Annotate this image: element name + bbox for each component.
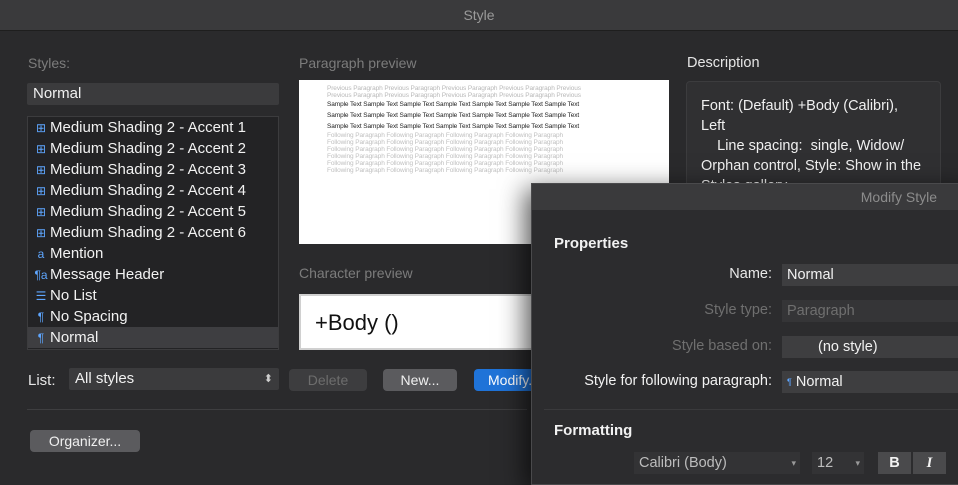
following-paragraph-select[interactable]: ¶ Normal [782,371,958,393]
list-filter-value: All styles [75,370,135,387]
name-field[interactable]: Normal [782,264,958,286]
list-filter-select[interactable]: All styles ⬍ [69,368,279,390]
style-list-item-label: Message Header [50,266,165,283]
preview-previous-paragraph: Previous Paragraph Previous Paragraph Pr… [327,85,581,92]
style-list-item[interactable]: ⊞ Medium Shading 2 - Accent 1 [28,117,278,138]
preview-following-paragraph: Following Paragraph Following Paragraph … [327,139,563,146]
list-filter-label: List: [28,372,56,389]
style-type-icon: ⊞ [35,121,47,135]
modify-style-title: Modify Style [532,184,958,210]
style-list-item-label: Medium Shading 2 - Accent 1 [50,119,246,136]
based-on-label: Style based on: [672,338,772,354]
style-list-item[interactable]: ⊞ Medium Shading 2 - Accent 6 [28,222,278,243]
preview-following-paragraph: Following Paragraph Following Paragraph … [327,167,563,174]
style-list-item-label: Medium Shading 2 - Accent 3 [50,161,246,178]
properties-heading: Properties [554,235,629,252]
name-label: Name: [729,266,772,282]
style-type-icon: ¶ [37,310,45,324]
following-paragraph-value: Normal [795,374,843,390]
style-list-item-label: Medium Shading 2 - Accent 2 [50,140,246,157]
preview-following-paragraph: Following Paragraph Following Paragraph … [327,132,563,139]
style-type-icon: ☰ [35,289,47,303]
styles-list[interactable]: ⊞ Medium Shading 2 - Accent 1 ⊞ Medium Shad… [27,116,279,350]
style-type-select[interactable]: Paragraph [782,300,958,322]
style-list-item[interactable]: ¶a Message Header [28,264,278,285]
font-size-value: 12 [817,455,834,471]
updown-chevron-icon: ⬍ [263,373,273,385]
window-title: Style [0,0,958,31]
preview-following-paragraph: Following Paragraph Following Paragraph … [327,160,563,167]
style-type-icon: ⊞ [35,205,47,219]
description-text: Font: (Default) +Body (Calibri), Left Li… [701,98,922,194]
divider [27,409,527,410]
style-type-icon: a [37,247,45,261]
style-type-icon: ¶a [34,268,48,282]
style-type-icon: ⊞ [35,163,47,177]
paragraph-icon: ¶ [787,377,792,387]
style-list-item-label: Medium Shading 2 - Accent 6 [50,224,246,241]
style-type-label: Style type: [704,302,772,318]
preview-sample-text: Sample Text Sample Text Sample Text Samp… [327,123,580,130]
following-paragraph-label: Style for following paragraph: [584,373,772,389]
style-list-item[interactable]: a Mention [28,243,278,264]
character-preview-text: +Body () [315,310,399,335]
style-list-item-label: No Spacing [50,308,128,325]
style-type-icon: ⊞ [35,226,47,240]
formatting-heading: Formatting [554,422,633,439]
bold-button[interactable]: B [878,452,911,474]
style-list-item[interactable]: ⊞ Medium Shading 2 - Accent 4 [28,180,278,201]
chevron-down-icon: ▾ [855,458,860,468]
modify-style-dialog: Modify Style Properties Name: Normal Sty… [531,183,958,485]
description-label: Description [687,55,760,71]
style-list-item[interactable]: ☰ No List [28,285,278,306]
preview-sample-text: Sample Text Sample Text Sample Text Samp… [327,101,580,108]
style-list-item-label: Medium Shading 2 - Accent 4 [50,182,246,199]
preview-following-paragraph: Following Paragraph Following Paragraph … [327,146,563,153]
styles-label: Styles: [28,55,71,71]
font-size-select[interactable]: 12 ▾ [812,452,864,474]
character-preview-label: Character preview [299,265,413,281]
style-list-item[interactable]: ⊞ Medium Shading 2 - Accent 3 [28,159,278,180]
font-select[interactable]: Calibri (Body) ▾ [634,452,800,474]
style-type-icon: ⊞ [35,142,47,156]
style-list-item[interactable]: ¶ No Spacing [28,306,278,327]
new-button[interactable]: New... [383,369,457,391]
style-type-icon: ⊞ [35,184,47,198]
font-value: Calibri (Body) [639,455,727,471]
paragraph-preview-label: Paragraph preview [299,55,417,71]
italic-button[interactable]: I [913,452,946,474]
delete-button[interactable]: Delete [289,369,367,391]
chevron-down-icon: ▾ [791,458,796,468]
preview-following-paragraph: Following Paragraph Following Paragraph … [327,153,563,160]
style-list-item-label: Normal [50,329,99,346]
style-list-item[interactable]: ¶ Normal [28,327,278,348]
style-list-item-label: Mention [50,245,104,262]
preview-sample-text: Sample Text Sample Text Sample Text Samp… [327,112,580,119]
based-on-select[interactable]: (no style) [782,336,958,358]
style-list-item[interactable]: ⊞ Medium Shading 2 - Accent 5 [28,201,278,222]
style-list-item[interactable]: ⊞ Medium Shading 2 - Accent 2 [28,138,278,159]
preview-previous-paragraph: Previous Paragraph Previous Paragraph Pr… [327,92,581,99]
style-type-icon: ¶ [37,331,45,345]
style-list-item-label: Medium Shading 2 - Accent 5 [50,203,246,220]
character-preview: +Body () [299,294,539,350]
style-name-field[interactable]: Normal [27,83,279,105]
organizer-button[interactable]: Organizer... [30,430,140,452]
style-list-item-label: No List [50,287,97,304]
divider [544,409,958,410]
